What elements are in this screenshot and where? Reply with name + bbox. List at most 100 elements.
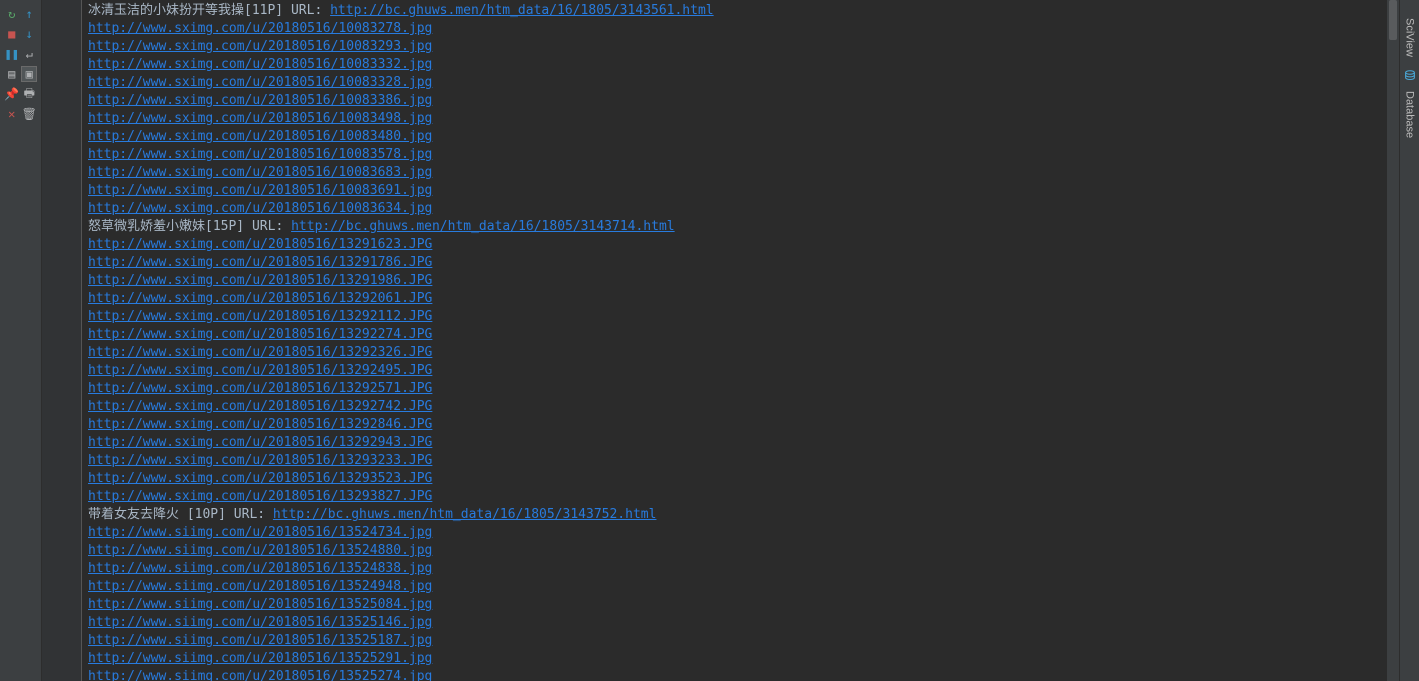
console-line: http://www.sximg.com/u/20180516/10083578…	[88, 146, 1381, 164]
entry-title: 冰清玉洁的小妹扮开等我操[11P] URL:	[88, 3, 330, 18]
scroll-to-end-icon[interactable]: ▣	[21, 66, 37, 82]
image-url-link[interactable]: http://www.sximg.com/u/20180516/13292326…	[88, 345, 432, 360]
database-icon	[1403, 69, 1417, 83]
close-icon[interactable]: ✕	[4, 106, 20, 122]
entry-url-link[interactable]: http://bc.ghuws.men/htm_data/16/1805/314…	[291, 219, 675, 234]
tab-sciview[interactable]: SciView	[1404, 18, 1416, 57]
tab-database[interactable]: Database	[1404, 91, 1416, 138]
image-url-link[interactable]: http://www.sximg.com/u/20180516/10083691…	[88, 183, 432, 198]
console-line: http://www.sximg.com/u/20180516/10083634…	[88, 200, 1381, 218]
image-url-link[interactable]: http://www.sximg.com/u/20180516/13292061…	[88, 291, 432, 306]
console-line: http://www.sximg.com/u/20180516/13291623…	[88, 236, 1381, 254]
console-gutter	[42, 0, 82, 681]
down-arrow-icon[interactable]: ↓	[22, 26, 38, 42]
image-url-link[interactable]: http://www.sximg.com/u/20180516/13292846…	[88, 417, 432, 432]
console-line: http://www.sximg.com/u/20180516/13291986…	[88, 272, 1381, 290]
console-line: http://www.sximg.com/u/20180516/10083332…	[88, 56, 1381, 74]
console-line: http://www.sximg.com/u/20180516/13292943…	[88, 434, 1381, 452]
rerun-icon[interactable]: ↻	[4, 6, 20, 22]
image-url-link[interactable]: http://www.siimg.com/u/20180516/13525187…	[88, 633, 432, 648]
console-line: http://www.siimg.com/u/20180516/13524838…	[88, 560, 1381, 578]
pause-icon[interactable]: ❚❚	[4, 46, 20, 62]
console-line: http://www.sximg.com/u/20180516/13293233…	[88, 452, 1381, 470]
console-line: http://www.sximg.com/u/20180516/13293523…	[88, 470, 1381, 488]
console-line: http://www.siimg.com/u/20180516/13525274…	[88, 668, 1381, 681]
entry-url-link[interactable]: http://bc.ghuws.men/htm_data/16/1805/314…	[330, 3, 714, 18]
image-url-link[interactable]: http://www.sximg.com/u/20180516/13293233…	[88, 453, 432, 468]
console-line: http://www.sximg.com/u/20180516/13292274…	[88, 326, 1381, 344]
image-url-link[interactable]: http://www.sximg.com/u/20180516/13292495…	[88, 363, 432, 378]
image-url-link[interactable]: http://www.siimg.com/u/20180516/13525291…	[88, 651, 432, 666]
image-url-link[interactable]: http://www.sximg.com/u/20180516/13292112…	[88, 309, 432, 324]
up-arrow-icon[interactable]: ↑	[22, 6, 38, 22]
console-line: http://www.siimg.com/u/20180516/13524948…	[88, 578, 1381, 596]
image-url-link[interactable]: http://www.sximg.com/u/20180516/13291986…	[88, 273, 432, 288]
scrollbar-thumb[interactable]	[1389, 0, 1397, 40]
console-line: 怒草微乳娇羞小嫩妹[15P] URL: http://bc.ghuws.men/…	[88, 218, 1381, 236]
image-url-link[interactable]: http://www.sximg.com/u/20180516/10083293…	[88, 39, 432, 54]
image-url-link[interactable]: http://www.sximg.com/u/20180516/13292571…	[88, 381, 432, 396]
image-url-link[interactable]: http://www.siimg.com/u/20180516/13525274…	[88, 669, 432, 681]
console-line: http://www.siimg.com/u/20180516/13525084…	[88, 596, 1381, 614]
console-line: http://www.siimg.com/u/20180516/13525187…	[88, 632, 1381, 650]
trash-icon[interactable]: 🗑	[22, 106, 38, 122]
console-line: http://www.sximg.com/u/20180516/13292112…	[88, 308, 1381, 326]
image-url-link[interactable]: http://www.sximg.com/u/20180516/13291786…	[88, 255, 432, 270]
image-url-link[interactable]: http://www.sximg.com/u/20180516/10083278…	[88, 21, 432, 36]
console-line: http://www.sximg.com/u/20180516/13292571…	[88, 380, 1381, 398]
vertical-scrollbar[interactable]	[1387, 0, 1399, 681]
console-line: http://www.sximg.com/u/20180516/10083328…	[88, 74, 1381, 92]
print-icon[interactable]: 🖶	[22, 86, 38, 102]
console-line: http://www.sximg.com/u/20180516/13291786…	[88, 254, 1381, 272]
console-line: http://www.sximg.com/u/20180516/10083386…	[88, 92, 1381, 110]
console-line: 冰清玉洁的小妹扮开等我操[11P] URL: http://bc.ghuws.m…	[88, 2, 1381, 20]
image-url-link[interactable]: http://www.siimg.com/u/20180516/13524838…	[88, 561, 432, 576]
image-url-link[interactable]: http://www.sximg.com/u/20180516/13292943…	[88, 435, 432, 450]
image-url-link[interactable]: http://www.sximg.com/u/20180516/10083328…	[88, 75, 432, 90]
console-line: http://www.sximg.com/u/20180516/13292061…	[88, 290, 1381, 308]
console-line: http://www.sximg.com/u/20180516/10083293…	[88, 38, 1381, 56]
console-line: http://www.sximg.com/u/20180516/13292742…	[88, 398, 1381, 416]
image-url-link[interactable]: http://www.sximg.com/u/20180516/13293827…	[88, 489, 432, 504]
image-url-link[interactable]: http://www.siimg.com/u/20180516/13524948…	[88, 579, 432, 594]
console-line: http://www.siimg.com/u/20180516/13525291…	[88, 650, 1381, 668]
image-url-link[interactable]: http://www.siimg.com/u/20180516/13525084…	[88, 597, 432, 612]
image-url-link[interactable]: http://www.sximg.com/u/20180516/10083634…	[88, 201, 432, 216]
image-url-link[interactable]: http://www.sximg.com/u/20180516/13291623…	[88, 237, 432, 252]
console-line: http://www.sximg.com/u/20180516/10083683…	[88, 164, 1381, 182]
image-url-link[interactable]: http://www.sximg.com/u/20180516/10083498…	[88, 111, 432, 126]
entry-url-link[interactable]: http://bc.ghuws.men/htm_data/16/1805/314…	[273, 507, 657, 522]
entry-title: 带着女友去降火 [10P] URL:	[88, 507, 273, 522]
image-url-link[interactable]: http://www.siimg.com/u/20180516/13524880…	[88, 543, 432, 558]
console-line: http://www.sximg.com/u/20180516/10083691…	[88, 182, 1381, 200]
console-line: http://www.sximg.com/u/20180516/13292495…	[88, 362, 1381, 380]
entry-title: 怒草微乳娇羞小嫩妹[15P] URL:	[88, 219, 291, 234]
console-output[interactable]: 冰清玉洁的小妹扮开等我操[11P] URL: http://bc.ghuws.m…	[82, 0, 1387, 681]
console-line: http://www.siimg.com/u/20180516/13524734…	[88, 524, 1381, 542]
console-line: http://www.siimg.com/u/20180516/13524880…	[88, 542, 1381, 560]
image-url-link[interactable]: http://www.siimg.com/u/20180516/13524734…	[88, 525, 432, 540]
console-line: 带着女友去降火 [10P] URL: http://bc.ghuws.men/h…	[88, 506, 1381, 524]
image-url-link[interactable]: http://www.sximg.com/u/20180516/13293523…	[88, 471, 432, 486]
console-line: http://www.sximg.com/u/20180516/10083498…	[88, 110, 1381, 128]
image-url-link[interactable]: http://www.sximg.com/u/20180516/10083332…	[88, 57, 432, 72]
pin-icon[interactable]: 📌	[4, 86, 20, 102]
console-line: http://www.sximg.com/u/20180516/13292846…	[88, 416, 1381, 434]
console-line: http://www.sximg.com/u/20180516/10083480…	[88, 128, 1381, 146]
layout-icon[interactable]: ▤	[4, 66, 19, 82]
console-line: http://www.sximg.com/u/20180516/13292326…	[88, 344, 1381, 362]
console-line: http://www.sximg.com/u/20180516/10083278…	[88, 20, 1381, 38]
console-line: http://www.sximg.com/u/20180516/13293827…	[88, 488, 1381, 506]
image-url-link[interactable]: http://www.sximg.com/u/20180516/10083480…	[88, 129, 432, 144]
right-tool-panel: SciView Database	[1399, 0, 1419, 681]
image-url-link[interactable]: http://www.sximg.com/u/20180516/13292742…	[88, 399, 432, 414]
console-line: http://www.siimg.com/u/20180516/13525146…	[88, 614, 1381, 632]
stop-icon[interactable]: ■	[4, 26, 20, 42]
image-url-link[interactable]: http://www.sximg.com/u/20180516/13292274…	[88, 327, 432, 342]
soft-wrap-icon[interactable]: ↵	[22, 46, 38, 62]
run-toolbar: ↻ ↑ ■ ↓ ❚❚ ↵ ▤ ▣ 📌 🖶 ✕ 🗑	[0, 0, 42, 681]
image-url-link[interactable]: http://www.siimg.com/u/20180516/13525146…	[88, 615, 432, 630]
image-url-link[interactable]: http://www.sximg.com/u/20180516/10083683…	[88, 165, 432, 180]
image-url-link[interactable]: http://www.sximg.com/u/20180516/10083386…	[88, 93, 432, 108]
image-url-link[interactable]: http://www.sximg.com/u/20180516/10083578…	[88, 147, 432, 162]
